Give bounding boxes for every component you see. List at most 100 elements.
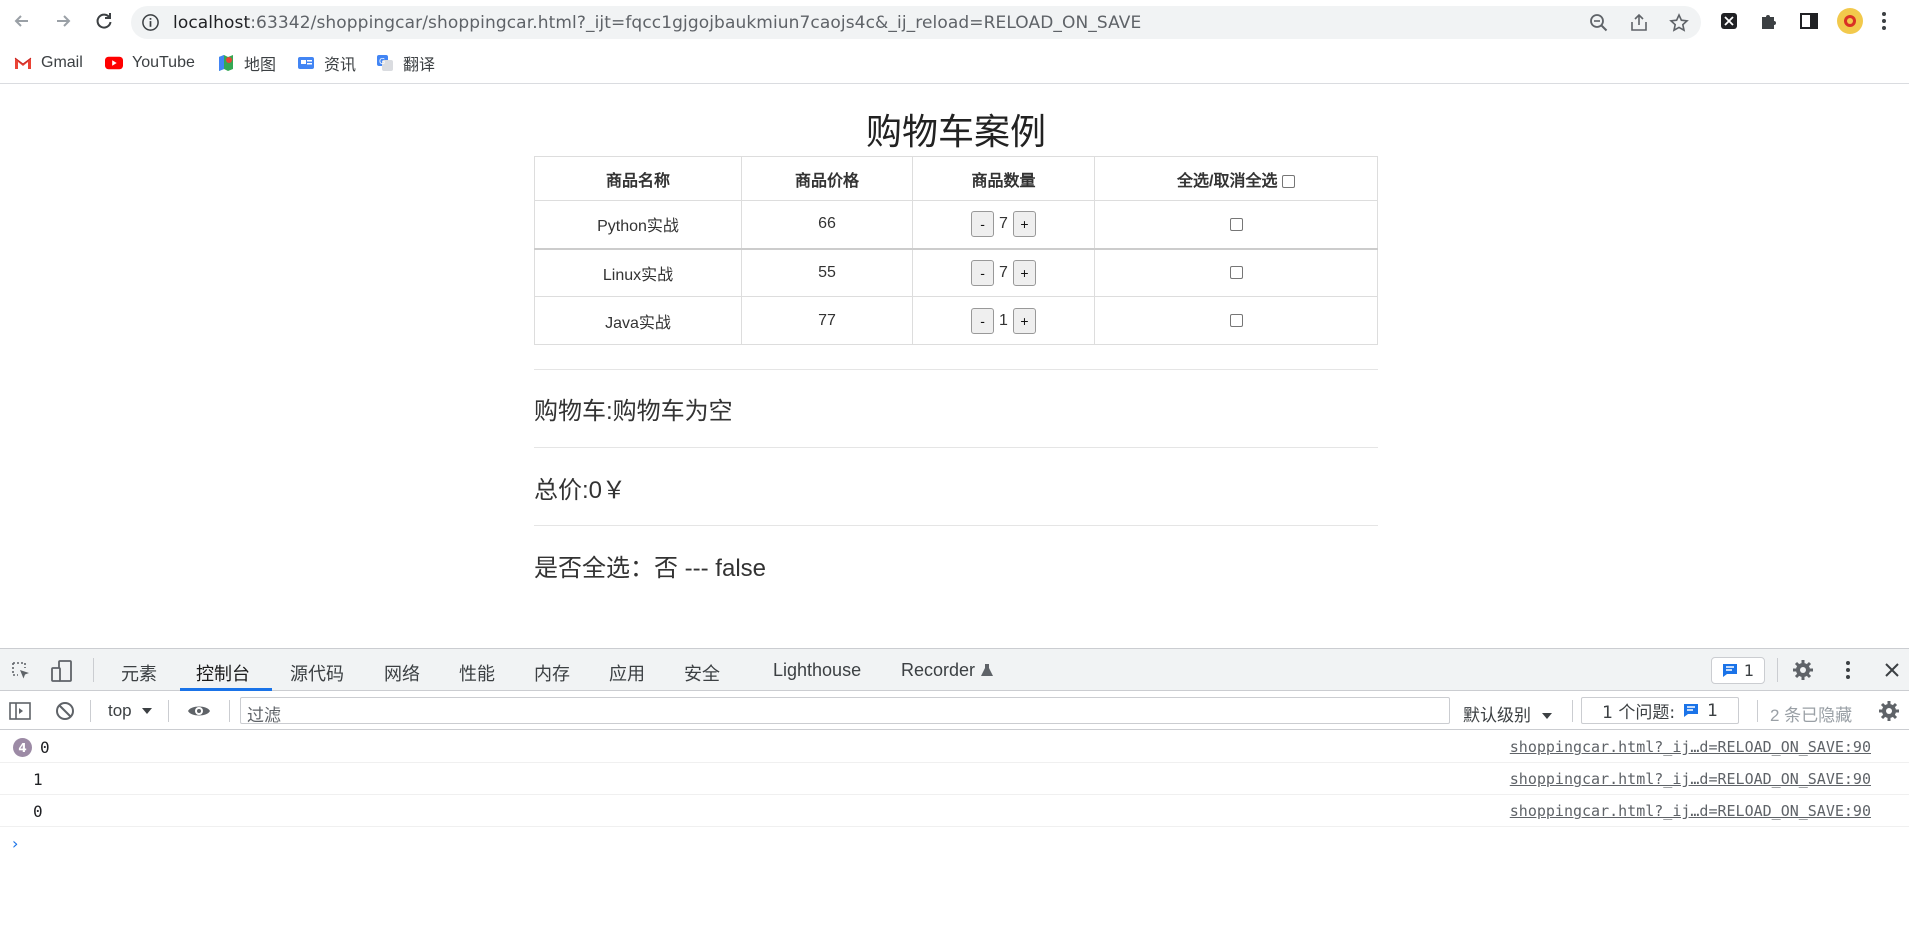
tab-application[interactable]: 应用 (609, 660, 645, 686)
decrement-button[interactable]: - (971, 307, 995, 334)
table-row: Java实战 77 - 1 + (534, 296, 1378, 345)
tab-sources[interactable]: 源代码 (290, 660, 344, 686)
address-bar[interactable]: localhost:63342/shoppingcar/shoppingcar.… (131, 6, 1701, 39)
console-log-row: 1 shoppingcar.html?_ij…d=RELOAD_ON_SAVE:… (0, 763, 1909, 795)
issues-count: 1 (1707, 700, 1718, 721)
decrement-button[interactable]: - (971, 259, 995, 286)
log-level-value: 默认级别 (1463, 706, 1531, 725)
bookmark-maps[interactable]: 地图 (217, 52, 276, 74)
log-source-link[interactable]: shoppingcar.html?_ij…d=RELOAD_ON_SAVE:90 (1510, 802, 1871, 820)
toolbar-divider (93, 658, 94, 682)
flask-icon (981, 664, 994, 676)
console-prompt[interactable]: › (12, 834, 18, 853)
bookmark-star-icon[interactable] (1669, 13, 1689, 33)
log-source-link[interactable]: shoppingcar.html?_ij…d=RELOAD_ON_SAVE:90 (1510, 770, 1871, 788)
bookmark-label: 地图 (244, 57, 277, 74)
item-price: 55 (741, 248, 913, 297)
bookmark-news[interactable]: 资讯 (297, 52, 356, 74)
tab-performance[interactable]: 性能 (459, 660, 495, 686)
issues-label: 1 个问题: (1602, 703, 1676, 723)
item-name: Java实战 (534, 296, 742, 345)
header-select-all: 全选/取消全选 (1094, 156, 1378, 201)
profile-avatar[interactable] (1836, 7, 1864, 35)
divider (534, 447, 1378, 448)
log-source-link[interactable]: shoppingcar.html?_ij…d=RELOAD_ON_SAVE:90 (1510, 738, 1871, 756)
item-checkbox[interactable] (1229, 313, 1243, 327)
inspect-element-icon[interactable] (10, 660, 32, 682)
console-settings-gear-icon[interactable] (1878, 700, 1900, 722)
header-name: 商品名称 (534, 156, 742, 201)
repeat-count-badge: 4 (13, 738, 32, 757)
item-price: 77 (741, 296, 913, 345)
forward-button[interactable] (49, 7, 77, 35)
header-count: 商品数量 (912, 156, 1095, 201)
console-filter-input[interactable]: 过滤 (240, 697, 1450, 726)
share-icon[interactable] (1629, 13, 1649, 33)
active-tab-indicator (180, 688, 272, 691)
item-quantity: - 1 + (912, 296, 1095, 345)
reload-icon (96, 13, 112, 29)
reload-button[interactable] (90, 7, 118, 35)
select-all-status: 是否全选：否 --- false (534, 555, 767, 582)
tab-security[interactable]: 安全 (684, 660, 720, 686)
divider (534, 369, 1378, 370)
back-button[interactable] (8, 7, 36, 35)
browser-menu-icon[interactable] (1872, 9, 1896, 33)
tab-recorder[interactable]: Recorder (901, 660, 994, 681)
cart-table: 商品名称 商品价格 商品数量 全选/取消全选 Python实战 66 - 7 + (534, 156, 1378, 345)
tab-console[interactable]: 控制台 (196, 660, 250, 686)
item-checkbox[interactable] (1229, 217, 1243, 231)
increment-button[interactable]: + (1012, 307, 1036, 334)
side-panel-icon[interactable] (1797, 9, 1821, 33)
dropdown-arrow-icon (1541, 713, 1552, 719)
more-options-icon[interactable] (1840, 659, 1856, 681)
item-price: 66 (741, 200, 913, 250)
item-checkbox[interactable] (1229, 266, 1243, 280)
sidebar-toggle-icon[interactable] (9, 700, 31, 722)
tab-network[interactable]: 网络 (384, 660, 420, 686)
total-price: 总价:0￥ (534, 477, 627, 504)
site-info-icon[interactable] (141, 13, 160, 32)
toolbar-divider (1572, 700, 1573, 722)
extensions-puzzle-icon[interactable] (1757, 9, 1781, 33)
toolbar-divider (1757, 700, 1758, 722)
bookmark-label: YouTube (132, 54, 195, 71)
item-name: Python实战 (534, 200, 742, 250)
bookmark-youtube[interactable]: YouTube (105, 52, 195, 74)
issues-button[interactable]: 1 个问题: 1 (1581, 697, 1739, 724)
settings-gear-icon[interactable] (1792, 659, 1814, 681)
zoom-icon[interactable] (1589, 13, 1609, 33)
quantity-value: 7 (999, 263, 1008, 281)
messages-badge[interactable]: 1 (1711, 657, 1765, 684)
item-select (1094, 296, 1378, 345)
console-toolbar: top 过滤 默认级别 1 个问题: 1 2 条已隐藏 (0, 692, 1909, 730)
page-viewport: 购物车案例 商品名称 商品价格 商品数量 全选/取消全选 Python实战 66… (0, 85, 1909, 648)
item-select (1094, 200, 1378, 250)
select-all-checkbox[interactable] (1281, 174, 1295, 188)
news-icon (297, 54, 315, 72)
url-host: localhost (173, 13, 251, 33)
live-expression-eye-icon[interactable] (186, 700, 212, 722)
message-icon (1684, 704, 1699, 717)
console-log-row: 0 shoppingcar.html?_ij…d=RELOAD_ON_SAVE:… (0, 795, 1909, 827)
bookmark-translate[interactable]: G 翻译 (376, 52, 435, 74)
table-row: Linux实战 55 - 7 + (534, 248, 1378, 297)
decrement-button[interactable]: - (971, 211, 995, 238)
cart-summary: 购物车:购物车为空 (534, 398, 733, 425)
clear-console-icon[interactable] (54, 700, 76, 722)
log-level-selector[interactable]: 默认级别 (1463, 701, 1553, 726)
browser-toolbar: localhost:63342/shoppingcar/shoppingcar.… (0, 0, 1909, 42)
message-icon (1722, 664, 1737, 677)
device-toolbar-icon[interactable] (50, 659, 74, 683)
bookmark-label: Gmail (41, 54, 83, 71)
context-selector[interactable]: top (108, 701, 153, 721)
extension-x-icon[interactable] (1717, 9, 1741, 33)
bookmark-gmail[interactable]: Gmail (14, 52, 83, 74)
tab-lighthouse[interactable]: Lighthouse (773, 660, 861, 681)
increment-button[interactable]: + (1012, 211, 1036, 238)
close-devtools-icon[interactable] (1882, 660, 1902, 680)
increment-button[interactable]: + (1012, 259, 1036, 286)
tab-elements[interactable]: 元素 (121, 660, 157, 686)
toolbar-divider (90, 700, 91, 722)
tab-memory[interactable]: 内存 (534, 660, 570, 686)
